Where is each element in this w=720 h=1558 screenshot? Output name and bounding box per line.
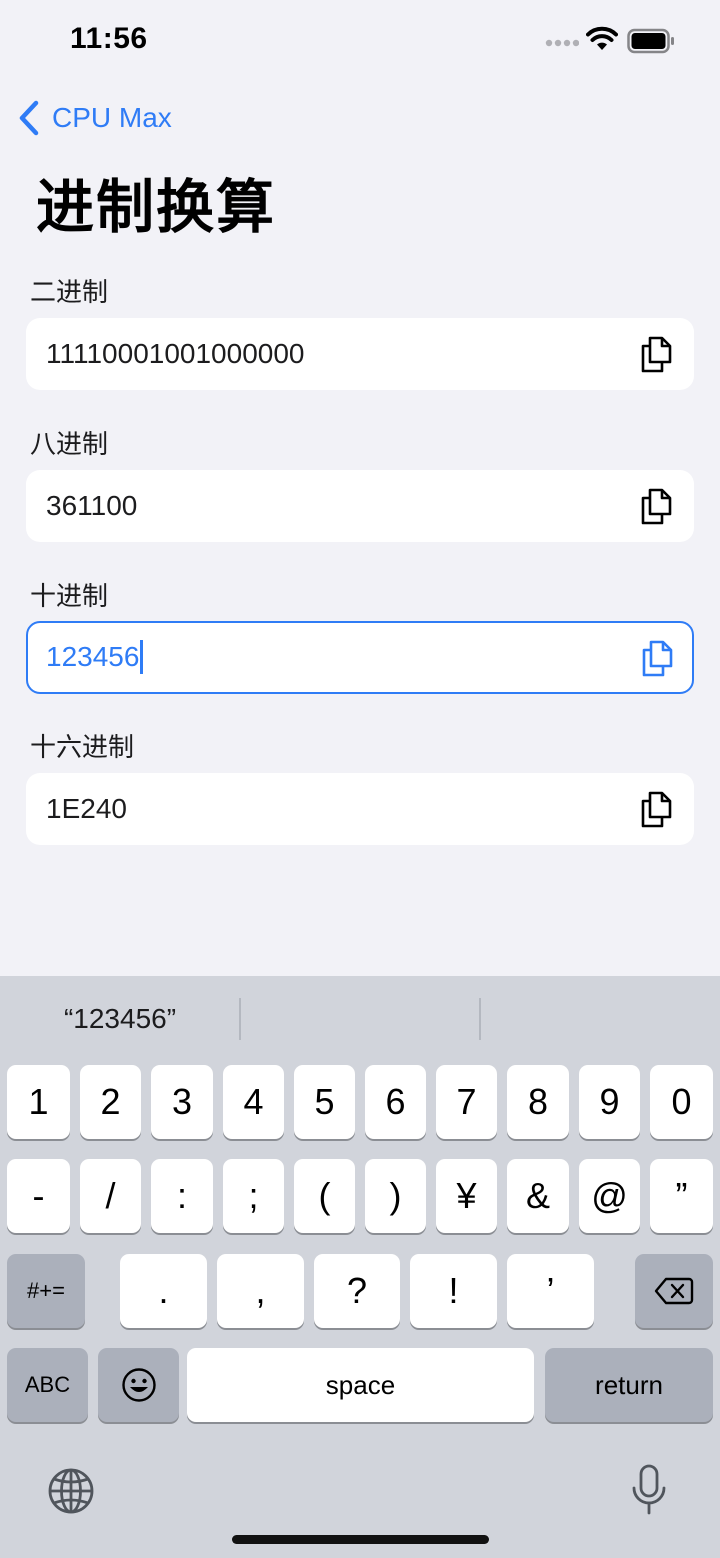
key[interactable]: .	[120, 1254, 207, 1328]
key[interactable]: -	[7, 1159, 70, 1233]
key[interactable]: !	[410, 1254, 497, 1328]
return-key[interactable]: return	[545, 1348, 713, 1422]
key[interactable]: ’	[507, 1254, 594, 1328]
hex-value[interactable]: 1E240	[46, 773, 127, 845]
space-key[interactable]: space	[187, 1348, 534, 1422]
decimal-field[interactable]: 123456	[26, 621, 694, 694]
back-button-label: CPU Max	[52, 102, 172, 133]
copy-icon[interactable]	[639, 638, 675, 678]
key[interactable]: ?	[314, 1254, 400, 1328]
status-time: 11:56	[70, 22, 148, 55]
cellular-signal-icon	[545, 39, 579, 47]
abc-key[interactable]: ABC	[7, 1348, 88, 1422]
text-caret	[140, 639, 144, 674]
chevron-left-icon	[19, 100, 39, 136]
suggestion-2[interactable]	[241, 976, 481, 1062]
battery-icon	[627, 28, 674, 54]
key[interactable]: 9	[579, 1065, 640, 1139]
copy-icon[interactable]	[638, 334, 674, 374]
suggestion-1[interactable]: “123456”	[0, 976, 240, 1062]
keyboard: “123456” 1 2 3 4 5 6 7 8 9 0 - / : ; ( )…	[0, 976, 720, 1558]
binary-field[interactable]: 11110001001000000	[26, 318, 694, 390]
key[interactable]: ¥	[436, 1159, 497, 1233]
octal-field[interactable]: 361100	[26, 470, 694, 542]
suggestion-3[interactable]	[481, 976, 720, 1062]
copy-icon[interactable]	[638, 486, 674, 526]
wifi-icon	[586, 26, 618, 50]
key[interactable]: )	[365, 1159, 426, 1233]
octal-value[interactable]: 361100	[46, 470, 137, 542]
octal-label: 八进制	[30, 429, 109, 459]
binary-label: 二进制	[30, 277, 109, 307]
hex-field[interactable]: 1E240	[26, 773, 694, 845]
key[interactable]: &	[507, 1159, 569, 1233]
page-title: 进制换算	[36, 175, 277, 240]
microphone-icon[interactable]	[630, 1464, 668, 1516]
key[interactable]: ”	[650, 1159, 713, 1233]
emoji-icon	[121, 1368, 156, 1402]
copy-icon[interactable]	[638, 789, 674, 829]
emoji-key[interactable]	[98, 1348, 179, 1422]
delete-key[interactable]	[635, 1254, 713, 1328]
key[interactable]: ;	[223, 1159, 284, 1233]
key[interactable]: 7	[436, 1065, 497, 1139]
decimal-value[interactable]: 123456	[46, 623, 144, 691]
globe-icon[interactable]	[46, 1466, 96, 1516]
home-indicator[interactable]	[232, 1535, 489, 1544]
binary-value[interactable]: 11110001001000000	[46, 318, 305, 390]
key[interactable]: /	[80, 1159, 141, 1233]
key[interactable]: 8	[507, 1065, 569, 1139]
key[interactable]: 2	[80, 1065, 141, 1139]
hex-label: 十六进制	[30, 732, 135, 762]
decimal-label: 十进制	[30, 581, 109, 611]
key[interactable]: 1	[7, 1065, 70, 1139]
key[interactable]: (	[294, 1159, 355, 1233]
status-bar: 11:56	[0, 0, 720, 84]
delete-icon	[654, 1277, 694, 1305]
key[interactable]: 5	[294, 1065, 355, 1139]
key[interactable]: 4	[223, 1065, 284, 1139]
key[interactable]: 0	[650, 1065, 713, 1139]
back-button[interactable]: CPU Max	[18, 96, 172, 140]
symbols-toggle-key[interactable]: #+=	[7, 1254, 85, 1328]
key[interactable]: @	[579, 1159, 640, 1233]
key[interactable]: ,	[217, 1254, 304, 1328]
key[interactable]: :	[151, 1159, 213, 1233]
key[interactable]: 6	[365, 1065, 426, 1139]
key[interactable]: 3	[151, 1065, 213, 1139]
